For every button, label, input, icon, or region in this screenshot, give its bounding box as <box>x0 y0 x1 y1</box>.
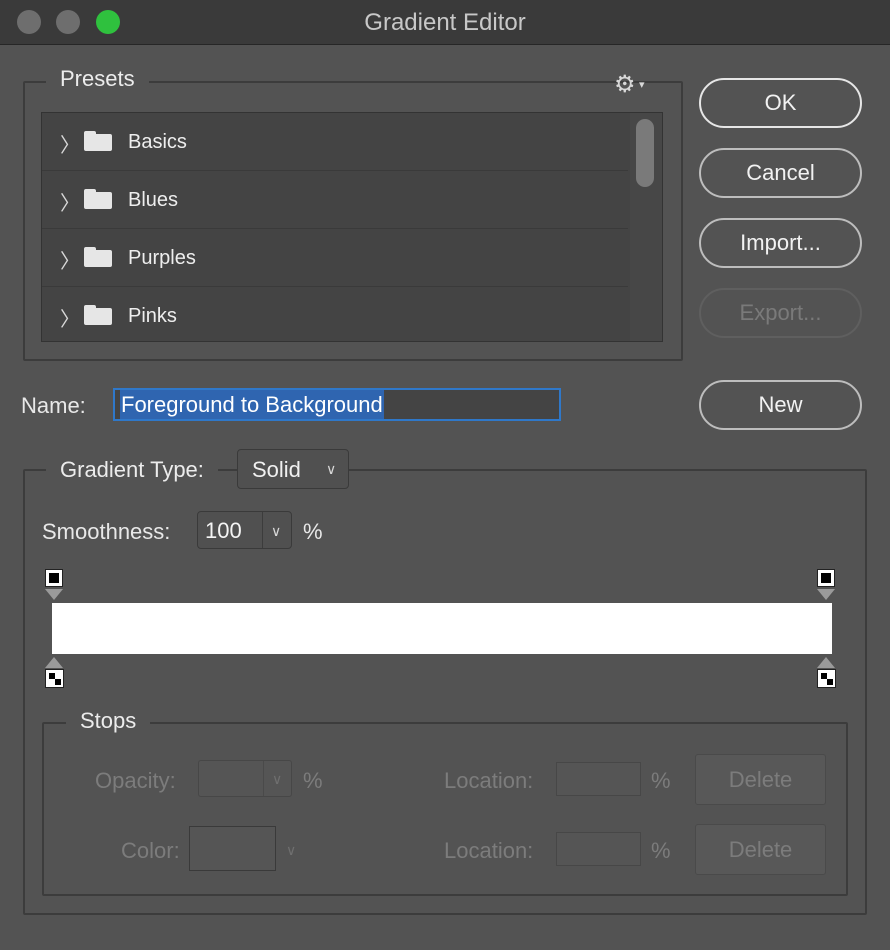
name-input-value: Foreground to Background <box>120 390 384 419</box>
opacity-location-label: Location: <box>444 768 534 793</box>
preset-folder-blues[interactable]: 〉 Blues <box>42 171 628 229</box>
gradient-type-value: Solid <box>252 457 301 482</box>
name-label: Name: <box>21 393 86 418</box>
gradient-preview-bar[interactable] <box>52 603 832 654</box>
color-label: Color: <box>121 838 180 863</box>
smoothness-value[interactable]: 100 <box>205 518 242 544</box>
name-input[interactable]: Foreground to Background <box>113 388 561 421</box>
opacity-location-unit: % <box>651 768 671 793</box>
opacity-stop-pointer <box>817 589 835 600</box>
chevron-right-icon[interactable]: 〉 <box>60 129 80 158</box>
title-bar: Gradient Editor <box>0 0 890 45</box>
smoothness-label: Smoothness: <box>42 519 171 544</box>
stops-legend: Stops <box>66 708 151 734</box>
chevron-down-icon: ∨ <box>326 461 337 477</box>
presets-list: 〉 Basics 〉 Blues 〉 Purples 〉 Pinks <box>41 112 663 342</box>
opacity-unit: % <box>303 768 323 793</box>
folder-icon <box>84 247 112 267</box>
delete-opacity-stop-button: Delete <box>695 754 826 805</box>
gear-icon[interactable]: ⚙ <box>614 70 636 99</box>
chevron-down-icon[interactable]: ∨ <box>271 523 281 540</box>
folder-icon <box>84 189 112 209</box>
folder-icon <box>84 131 112 151</box>
opacity-location-field <box>556 762 641 796</box>
cancel-button[interactable]: Cancel <box>699 148 862 198</box>
preset-folder-label: Basics <box>128 131 187 153</box>
preset-folder-label: Blues <box>128 189 179 211</box>
preset-folder-basics[interactable]: 〉 Basics <box>42 113 628 171</box>
color-stop-pointer <box>817 657 835 668</box>
color-location-unit: % <box>651 838 671 863</box>
opacity-stop-left[interactable] <box>45 569 63 587</box>
window-title: Gradient Editor <box>364 9 526 36</box>
chevron-down-icon[interactable]: ▾ <box>639 78 645 91</box>
opacity-stop-pointer <box>45 589 63 600</box>
ok-button[interactable]: OK <box>699 78 862 128</box>
presets-legend: Presets <box>46 66 149 92</box>
export-button: Export... <box>699 288 862 338</box>
chevron-right-icon[interactable]: 〉 <box>60 187 80 216</box>
preset-folder-label: Pinks <box>128 305 177 327</box>
new-button[interactable]: New <box>699 380 862 430</box>
opacity-stop-right[interactable] <box>817 569 835 587</box>
delete-color-stop-button: Delete <box>695 824 826 875</box>
preset-folder-label: Purples <box>128 247 196 269</box>
color-swatch <box>189 826 276 871</box>
presets-scrollbar-thumb[interactable] <box>636 119 654 187</box>
import-button[interactable]: Import... <box>699 218 862 268</box>
color-stop-left[interactable] <box>45 669 64 688</box>
chevron-down-icon: ∨ <box>272 771 283 787</box>
color-location-label: Location: <box>444 838 534 863</box>
folder-icon <box>84 305 112 325</box>
color-stop-right[interactable] <box>817 669 836 688</box>
gradient-type-label: Gradient Type: <box>46 457 218 483</box>
smoothness-unit: % <box>303 519 323 544</box>
smoothness-field[interactable]: 100 ∨ <box>197 511 292 549</box>
gradient-type-select[interactable]: Solid ∨ <box>237 449 349 489</box>
preset-folder-purples[interactable]: 〉 Purples <box>42 229 628 287</box>
chevron-right-icon[interactable]: 〉 <box>60 245 80 274</box>
color-stop-pointer <box>45 657 63 668</box>
preset-folder-pinks[interactable]: 〉 Pinks <box>42 287 628 341</box>
color-location-field <box>556 832 641 866</box>
opacity-field: ∨ <box>198 760 292 797</box>
opacity-label: Opacity: <box>95 768 176 793</box>
chevron-down-icon: ∨ <box>286 842 297 858</box>
chevron-right-icon[interactable]: 〉 <box>60 303 80 332</box>
